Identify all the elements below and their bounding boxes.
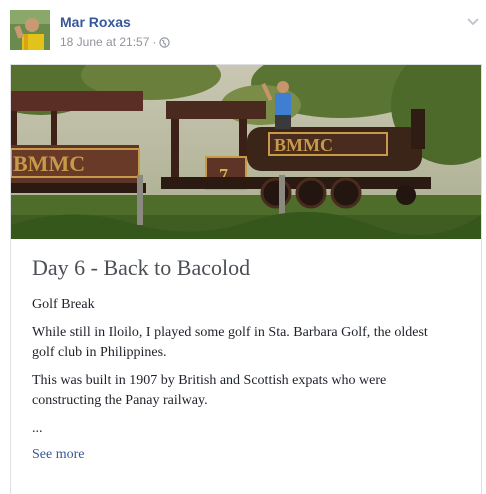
meta-separator: ·	[152, 35, 157, 49]
globe-icon[interactable]	[159, 36, 171, 48]
avatar-image	[10, 10, 50, 50]
post-timestamp[interactable]: 18 June at 21:57	[60, 35, 149, 49]
article-card[interactable]: BMMC 7 BMMC Day 6 - Back to Bacolod Golf…	[10, 64, 482, 494]
see-more-link[interactable]: See more	[32, 447, 84, 463]
article-paragraph: ...	[32, 421, 43, 436]
article-photo[interactable]: BMMC 7 BMMC	[11, 65, 481, 239]
article-paragraph: Golf Break	[32, 297, 95, 312]
locomotive-lettering: BMMC	[274, 135, 333, 155]
article-paragraph: While still in Iloilo, I played some gol…	[32, 325, 428, 360]
article-excerpt: Golf Break While still in Iloilo, I play…	[32, 295, 452, 447]
author-name[interactable]: Mar Roxas	[60, 14, 131, 30]
post-meta: 18 June at 21:57 ·	[60, 35, 171, 49]
article-paragraph: This was built in 1907 by British and Sc…	[32, 373, 387, 408]
article-title[interactable]: Day 6 - Back to Bacolod	[32, 255, 250, 281]
left-coach-lettering: BMMC	[13, 151, 85, 176]
chevron-down-icon[interactable]	[466, 14, 480, 26]
feed-post: Mar Roxas 18 June at 21:57 · BMMC 7 BMMC…	[0, 0, 486, 494]
avatar[interactable]	[10, 10, 50, 50]
locomotive-photo: BMMC 7 BMMC	[11, 65, 481, 239]
